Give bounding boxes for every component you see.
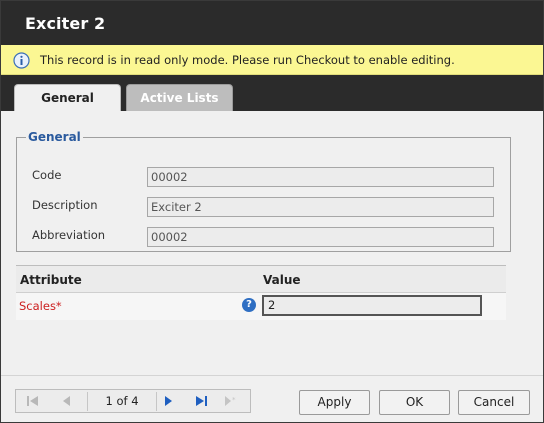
code-label: Code	[32, 168, 62, 182]
abbreviation-label: Abbreviation	[32, 228, 106, 242]
dialog-window: Exciter 2 This record is in read only mo…	[0, 0, 544, 423]
ok-button[interactable]: OK	[379, 390, 450, 415]
read-only-notice: This record is in read only mode. Please…	[1, 45, 543, 75]
pager-divider	[87, 392, 88, 411]
apply-button[interactable]: Apply	[299, 390, 370, 415]
record-position: 1 of 4	[105, 394, 139, 408]
attribute-grid: Attribute Value Scales* ? 2	[16, 265, 506, 320]
first-record-icon[interactable]	[24, 393, 42, 409]
general-tab-content: General Code 00002 Description Exciter 2…	[1, 111, 543, 375]
dialog-footer: 1 of 4 * Apply OK Cancel	[1, 375, 543, 422]
general-group-legend: General	[28, 130, 81, 144]
pager-divider	[156, 392, 157, 411]
last-record-icon[interactable]	[192, 393, 210, 409]
next-record-icon[interactable]	[159, 393, 177, 409]
question-icon[interactable]: ?	[242, 298, 256, 312]
scales-attribute-name: Scales*	[19, 299, 62, 313]
attribute-column-header: Attribute	[20, 273, 82, 287]
description-label: Description	[32, 198, 98, 212]
title-bar: Exciter 2	[1, 1, 543, 45]
cancel-button[interactable]: Cancel	[458, 390, 530, 415]
tab-general[interactable]: General	[14, 84, 121, 111]
abbreviation-field[interactable]: 00002	[147, 227, 494, 247]
tab-active-lists[interactable]: Active Lists	[126, 84, 233, 111]
scales-value-field[interactable]: 2	[262, 295, 482, 316]
window-title: Exciter 2	[25, 14, 106, 33]
value-column-header: Value	[263, 273, 301, 287]
svg-text:*: *	[232, 396, 236, 404]
notice-message: This record is in read only mode. Please…	[40, 53, 455, 67]
previous-record-icon[interactable]	[58, 393, 76, 409]
new-record-icon[interactable]: *	[223, 393, 241, 409]
attribute-grid-header: Attribute Value	[16, 266, 506, 293]
code-field[interactable]: 00002	[147, 167, 494, 187]
info-icon	[13, 52, 30, 69]
description-field[interactable]: Exciter 2	[147, 197, 494, 217]
table-row: Scales* ? 2	[16, 293, 506, 320]
general-group: General Code 00002 Description Exciter 2…	[16, 130, 511, 252]
tab-strip: General Active Lists	[1, 75, 543, 111]
record-pager: 1 of 4 *	[15, 389, 251, 413]
